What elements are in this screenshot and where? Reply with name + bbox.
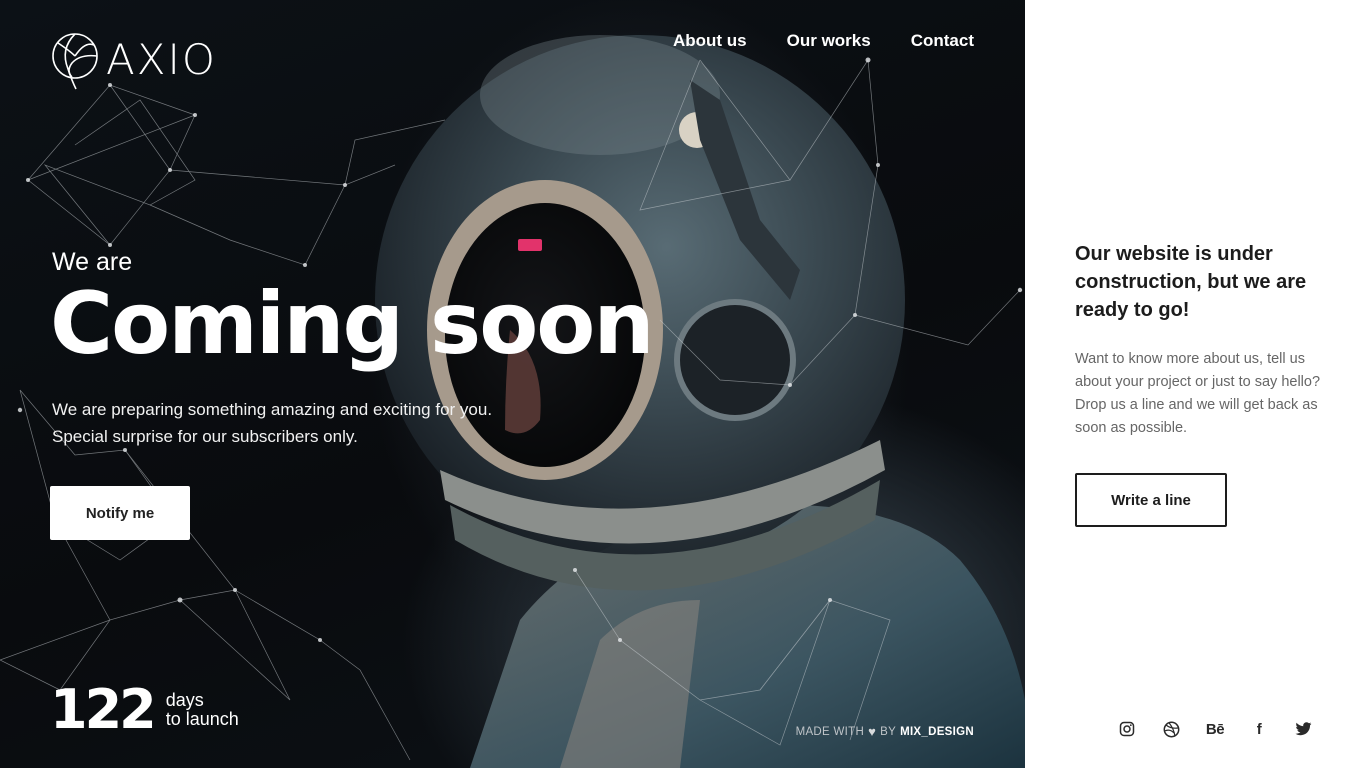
credit-brand-link[interactable]: MIX_DESIGN: [900, 726, 974, 738]
nav-our-works[interactable]: Our works: [787, 31, 871, 51]
nav-contact[interactable]: Contact: [911, 31, 974, 51]
dribbble-icon[interactable]: [1161, 717, 1181, 741]
logo-wordmark: AXIO: [106, 35, 217, 84]
countdown-label: days to launch: [166, 691, 239, 729]
panel-title: Our website is under construction, but w…: [1075, 243, 1307, 321]
hero-description: We are preparing something amazing and e…: [52, 396, 492, 450]
write-a-line-button[interactable]: Write a line: [1075, 473, 1227, 527]
notify-me-button[interactable]: Notify me: [50, 486, 190, 540]
heart-icon: ♥: [868, 724, 877, 739]
countdown-unit: days: [165, 690, 204, 710]
countdown-suffix: to launch: [165, 709, 239, 729]
behance-icon[interactable]: Bē: [1205, 717, 1225, 741]
astronaut-background-image: [0, 35, 1025, 768]
credit-prefix: MADE WITH: [795, 725, 865, 738]
facebook-icon[interactable]: f: [1249, 717, 1269, 741]
nav-about-us[interactable]: About us: [673, 31, 747, 51]
twitter-glyph: [1295, 722, 1311, 736]
hero-description-line: Special surprise for our subscribers onl…: [52, 427, 358, 446]
credit-by: BY: [880, 725, 897, 738]
hero-intro: We are: [52, 248, 133, 276]
contact-panel: Our website is under construction, but w…: [1025, 0, 1366, 768]
countdown-number: 122: [50, 678, 157, 741]
main-nav: About us Our works Contact: [673, 31, 974, 51]
launch-countdown: 122 days to launch: [50, 683, 239, 737]
logo-mark-icon: [52, 33, 98, 90]
twitter-icon[interactable]: [1293, 717, 1313, 741]
logo[interactable]: AXIO: [50, 29, 217, 91]
footer-credit: MADE WITH ♥ BY MIX_DESIGN: [796, 724, 974, 739]
dribbble-glyph: [1163, 721, 1179, 737]
hero-description-line: We are preparing something amazing and e…: [52, 400, 493, 419]
hero-section: AXIO About us Our works Contact We are C…: [0, 0, 1025, 768]
social-links: Bē f: [1117, 717, 1313, 741]
hero-headline: Coming soon: [50, 274, 655, 374]
panel-text: Want to know more about us, tell us abou…: [1075, 351, 1321, 436]
instagram-icon[interactable]: [1117, 717, 1137, 741]
instagram-glyph: [1119, 721, 1135, 737]
